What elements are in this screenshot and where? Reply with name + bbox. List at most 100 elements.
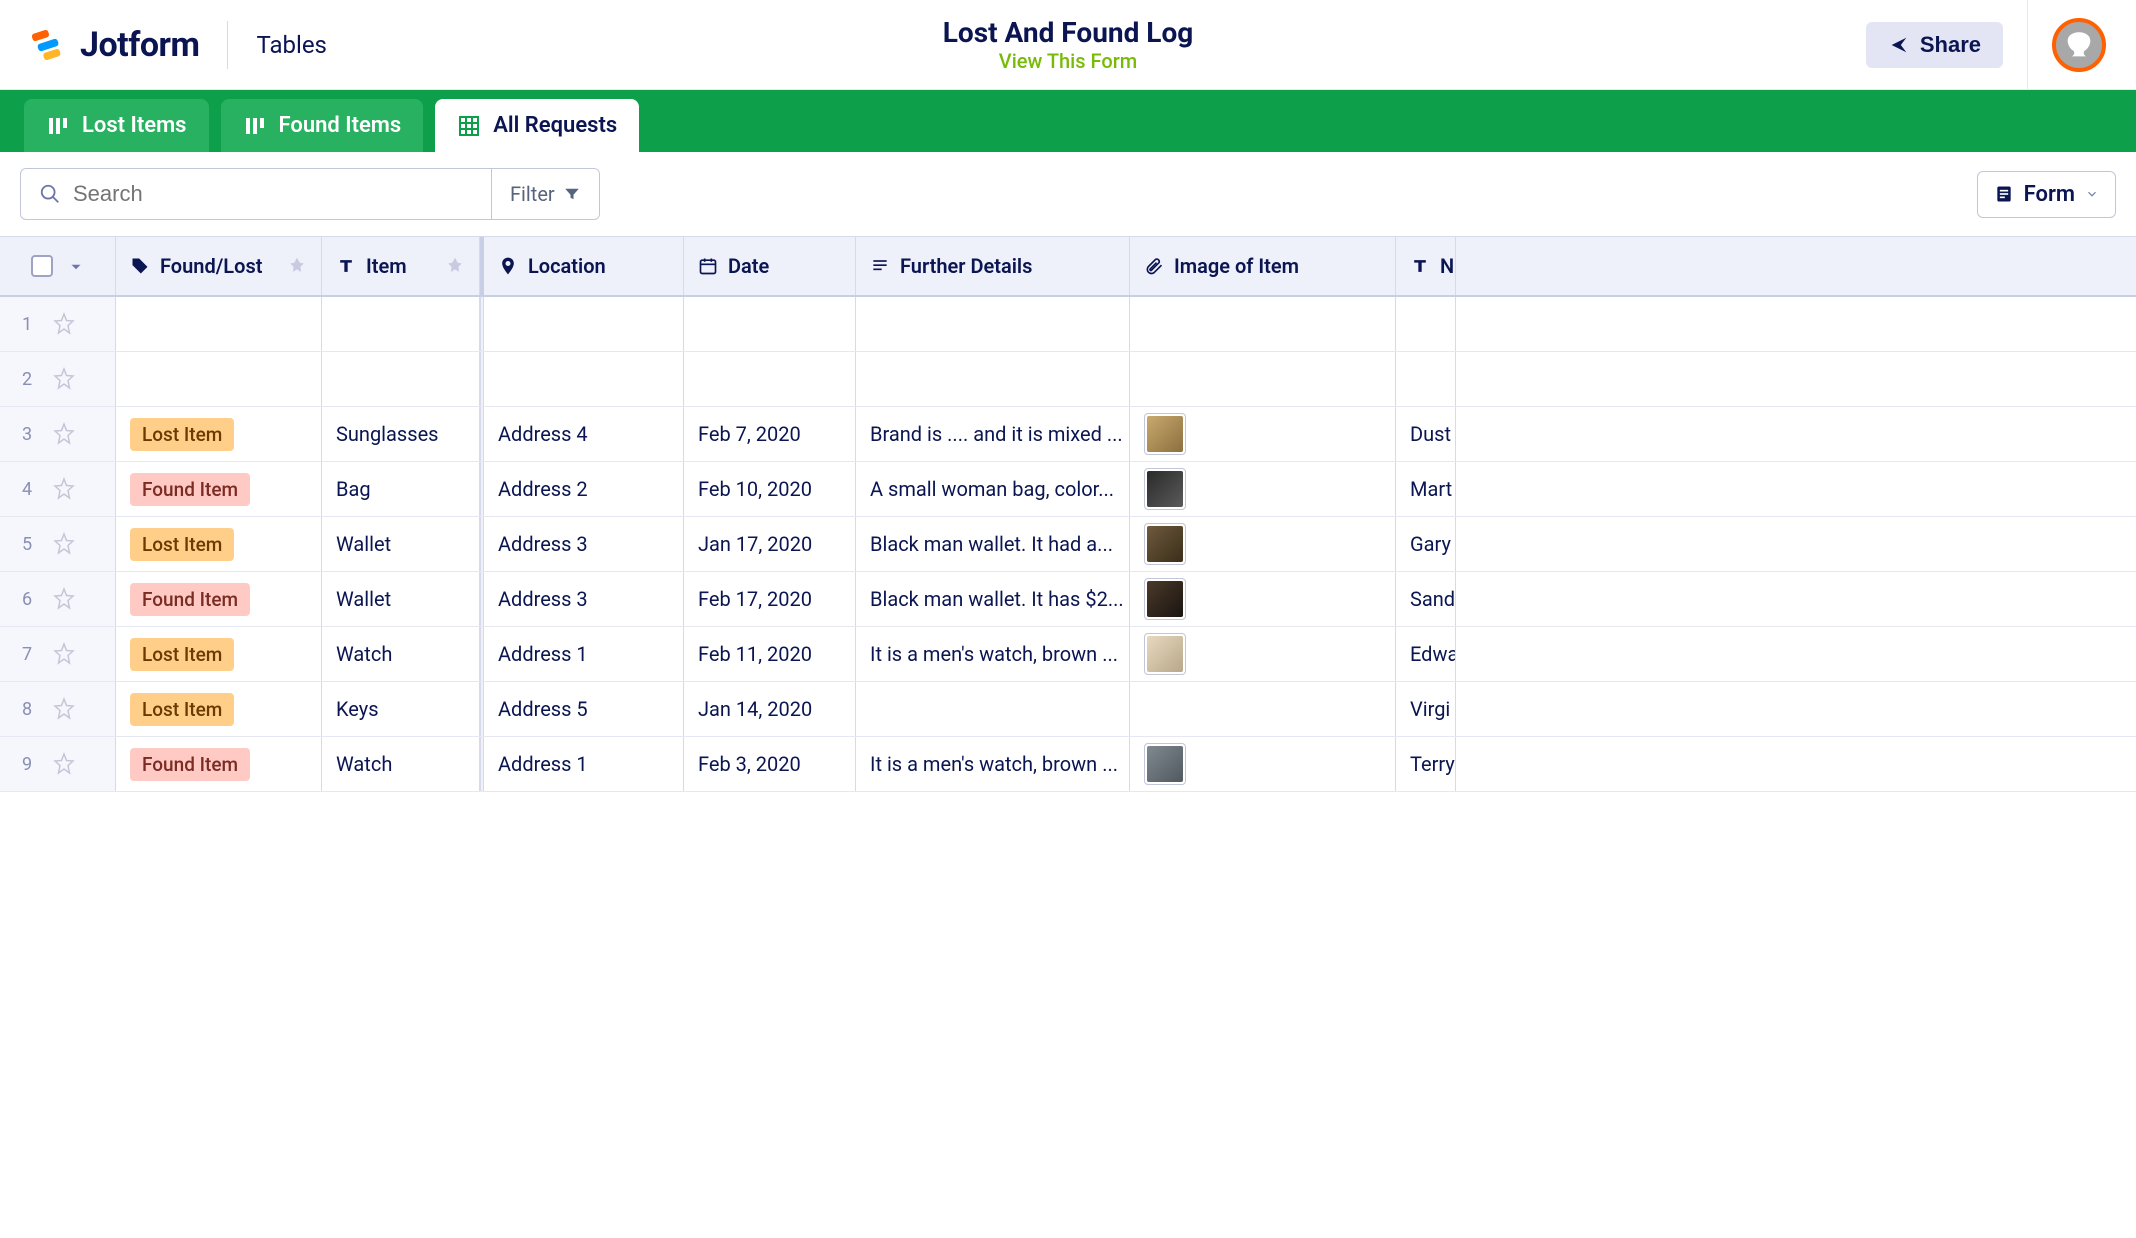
header-name[interactable]: N	[1396, 237, 1456, 295]
cell-status[interactable]: Found Item	[116, 572, 322, 626]
image-thumbnail[interactable]	[1144, 743, 1186, 785]
header-status[interactable]: Found/Lost	[116, 237, 322, 295]
cell-name[interactable]: Dust	[1396, 407, 1456, 461]
filter-button[interactable]: Filter	[491, 169, 599, 219]
cell-date[interactable]: Feb 7, 2020	[684, 407, 856, 461]
cell-image[interactable]	[1130, 407, 1396, 461]
cell-status[interactable]: Lost Item	[116, 407, 322, 461]
cell-status[interactable]: Lost Item	[116, 517, 322, 571]
star-icon[interactable]	[52, 642, 76, 666]
cell-item[interactable]: Wallet	[322, 517, 480, 571]
cell-details[interactable]	[856, 297, 1130, 351]
cell-status[interactable]: Lost Item	[116, 682, 322, 736]
cell-name[interactable]: Sand	[1396, 572, 1456, 626]
table-row[interactable]: 8Lost ItemKeysAddress 5Jan 14, 2020Virgi	[0, 682, 2136, 737]
tab-lost-items[interactable]: Lost Items	[24, 99, 209, 152]
cell-details[interactable]: A small woman bag, color...	[856, 462, 1130, 516]
select-all-checkbox[interactable]	[31, 255, 53, 277]
image-thumbnail[interactable]	[1144, 468, 1186, 510]
cell-location[interactable]: Address 3	[484, 517, 684, 571]
header-date[interactable]: Date	[684, 237, 856, 295]
cell-location[interactable]: Address 1	[484, 627, 684, 681]
cell-item[interactable]: Watch	[322, 627, 480, 681]
cell-image[interactable]	[1130, 737, 1396, 791]
cell-image[interactable]	[1130, 572, 1396, 626]
table-row[interactable]: 6Found ItemWalletAddress 3Feb 17, 2020Bl…	[0, 572, 2136, 627]
header-item[interactable]: Item	[322, 237, 480, 295]
cell-item[interactable]: Bag	[322, 462, 480, 516]
tab-found-items[interactable]: Found Items	[221, 99, 424, 152]
cell-details[interactable]: Black man wallet. It had a...	[856, 517, 1130, 571]
cell-details[interactable]	[856, 352, 1130, 406]
cell-image[interactable]	[1130, 682, 1396, 736]
cell-details[interactable]: Black man wallet. It has $2...	[856, 572, 1130, 626]
star-icon[interactable]	[52, 312, 76, 336]
cell-item[interactable]: Watch	[322, 737, 480, 791]
cell-image[interactable]	[1130, 517, 1396, 571]
cell-location[interactable]	[484, 352, 684, 406]
cell-location[interactable]: Address 1	[484, 737, 684, 791]
table-row[interactable]: 2	[0, 352, 2136, 407]
pin-icon[interactable]	[445, 256, 465, 276]
star-icon[interactable]	[52, 752, 76, 776]
table-row[interactable]: 4Found ItemBagAddress 2Feb 10, 2020A sma…	[0, 462, 2136, 517]
search-input[interactable]	[73, 181, 473, 207]
cell-name[interactable]: Terry	[1396, 737, 1456, 791]
star-icon[interactable]	[52, 697, 76, 721]
cell-details[interactable]	[856, 682, 1130, 736]
share-button[interactable]: Share	[1866, 22, 2003, 68]
cell-name[interactable]: Mart	[1396, 462, 1456, 516]
cell-name[interactable]	[1396, 352, 1456, 406]
cell-name[interactable]	[1396, 297, 1456, 351]
chevron-down-icon[interactable]	[67, 257, 85, 275]
table-row[interactable]: 9Found ItemWatchAddress 1Feb 3, 2020It i…	[0, 737, 2136, 792]
cell-details[interactable]: It is a men's watch, brown ...	[856, 737, 1130, 791]
cell-item[interactable]: Keys	[322, 682, 480, 736]
tables-label[interactable]: Tables	[256, 31, 326, 59]
star-icon[interactable]	[52, 532, 76, 556]
cell-date[interactable]: Jan 17, 2020	[684, 517, 856, 571]
cell-location[interactable]: Address 2	[484, 462, 684, 516]
header-location[interactable]: Location	[484, 237, 684, 295]
cell-image[interactable]	[1130, 627, 1396, 681]
cell-date[interactable]: Jan 14, 2020	[684, 682, 856, 736]
cell-status[interactable]: Lost Item	[116, 627, 322, 681]
search-box[interactable]	[21, 169, 491, 219]
cell-date[interactable]: Feb 11, 2020	[684, 627, 856, 681]
cell-name[interactable]: Edwa	[1396, 627, 1456, 681]
view-form-link[interactable]: View This Form	[999, 49, 1137, 73]
cell-date[interactable]: Feb 17, 2020	[684, 572, 856, 626]
image-thumbnail[interactable]	[1144, 413, 1186, 455]
cell-location[interactable]: Address 5	[484, 682, 684, 736]
cell-details[interactable]: It is a men's watch, brown ...	[856, 627, 1130, 681]
cell-item[interactable]: Wallet	[322, 572, 480, 626]
cell-item[interactable]	[322, 297, 480, 351]
star-icon[interactable]	[52, 477, 76, 501]
cell-image[interactable]	[1130, 462, 1396, 516]
cell-date[interactable]	[684, 352, 856, 406]
cell-image[interactable]	[1130, 352, 1396, 406]
cell-item[interactable]: Sunglasses	[322, 407, 480, 461]
cell-date[interactable]: Feb 10, 2020	[684, 462, 856, 516]
cell-status[interactable]: Found Item	[116, 462, 322, 516]
cell-status[interactable]	[116, 352, 322, 406]
cell-status[interactable]: Found Item	[116, 737, 322, 791]
image-thumbnail[interactable]	[1144, 523, 1186, 565]
star-icon[interactable]	[52, 422, 76, 446]
cell-name[interactable]: Virgi	[1396, 682, 1456, 736]
table-row[interactable]: 1	[0, 297, 2136, 352]
table-row[interactable]: 3Lost ItemSunglassesAddress 4Feb 7, 2020…	[0, 407, 2136, 462]
table-row[interactable]: 5Lost ItemWalletAddress 3Jan 17, 2020Bla…	[0, 517, 2136, 572]
pin-icon[interactable]	[287, 256, 307, 276]
cell-location[interactable]	[484, 297, 684, 351]
star-icon[interactable]	[52, 367, 76, 391]
cell-location[interactable]: Address 4	[484, 407, 684, 461]
cell-details[interactable]: Brand is .... and it is mixed ...	[856, 407, 1130, 461]
star-icon[interactable]	[52, 587, 76, 611]
avatar[interactable]	[2052, 18, 2106, 72]
logo[interactable]: Jotform	[30, 25, 199, 65]
cell-date[interactable]: Feb 3, 2020	[684, 737, 856, 791]
form-view-dropdown[interactable]: Form	[1977, 171, 2116, 218]
tab-all-requests[interactable]: All Requests	[435, 99, 639, 152]
table-row[interactable]: 7Lost ItemWatchAddress 1Feb 11, 2020It i…	[0, 627, 2136, 682]
